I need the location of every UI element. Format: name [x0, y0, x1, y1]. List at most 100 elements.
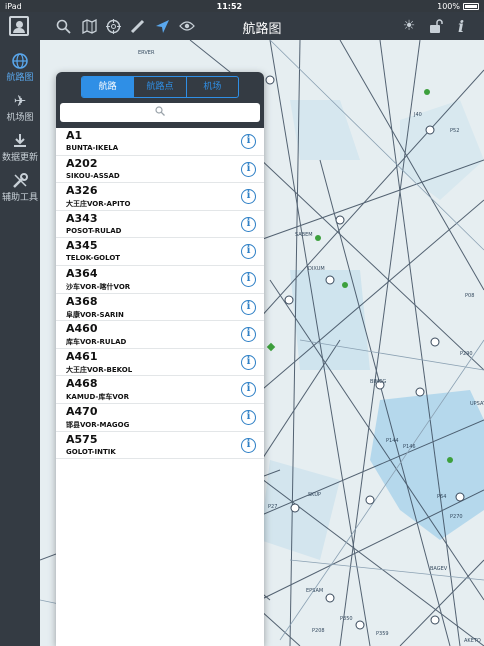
list-item[interactable]: A470 邯县VOR-MAGOG i — [56, 404, 264, 432]
svg-text:SABEM: SABEM — [295, 232, 313, 238]
svg-text:AKETO: AKETO — [464, 638, 481, 644]
route-code: A460 — [66, 322, 98, 336]
route-endpoints: 大王庄VOR-APITO — [66, 200, 131, 209]
route-code: A326 — [66, 184, 98, 198]
clock: 11:52 — [216, 1, 243, 11]
info-icon[interactable]: i — [241, 327, 256, 343]
download-icon — [0, 132, 40, 150]
svg-text:P27: P27 — [268, 504, 277, 510]
svg-text:P350: P350 — [340, 616, 353, 622]
svg-text:P64: P64 — [437, 494, 446, 500]
device-label: iPad — [5, 1, 22, 11]
left-rail: 航路图 ✈ 机场图 数据更新 辅助工具 — [0, 12, 40, 646]
list-item[interactable]: A460 库车VOR-RULAD i — [56, 321, 264, 349]
route-endpoints: SIKOU-ASSAD — [66, 171, 120, 180]
info-icon[interactable]: i — [452, 17, 470, 36]
tools-icon — [0, 172, 40, 190]
status-bar: iPad 11:52 100% — [0, 0, 484, 12]
airplane-icon: ✈ — [13, 92, 27, 110]
svg-text:P08: P08 — [465, 293, 474, 299]
route-code: A575 — [66, 432, 98, 446]
search-icon — [155, 106, 165, 119]
list-item[interactable]: A364 沙车VOR-喀什VOR i — [56, 266, 264, 294]
rail-item-airport[interactable]: ✈ 机场图 — [0, 92, 40, 123]
svg-text:BAGEV: BAGEV — [430, 566, 448, 572]
route-search-panel: 航路 航路点 机场 A1 BUNTA-IKELA i A202 SIKOU-ASSAD i… — [56, 72, 264, 646]
unlock-icon[interactable] — [427, 17, 445, 35]
info-icon[interactable]: i — [241, 382, 256, 398]
svg-text:J40: J40 — [413, 112, 422, 118]
route-code: A470 — [66, 404, 98, 418]
info-icon[interactable]: i — [241, 189, 256, 205]
svg-text:BIMEG: BIMEG — [370, 379, 386, 385]
tab-routes[interactable]: 航路 — [82, 77, 135, 97]
route-code: A343 — [66, 211, 98, 225]
list-item[interactable]: A368 阜康VOR-SARIN i — [56, 294, 264, 322]
svg-text:P208: P208 — [312, 628, 325, 634]
route-code: A364 — [66, 266, 98, 280]
svg-text:P359: P359 — [376, 631, 389, 637]
info-icon[interactable]: i — [241, 161, 256, 177]
info-icon[interactable]: i — [241, 299, 256, 315]
profile-icon[interactable] — [9, 16, 29, 36]
rail-item-tools[interactable]: 辅助工具 — [0, 172, 40, 203]
route-code: A345 — [66, 239, 98, 253]
svg-text:P290: P290 — [460, 351, 473, 357]
list-item[interactable]: A1 BUNTA-IKELA i — [56, 128, 264, 156]
svg-text:P52: P52 — [450, 128, 459, 134]
list-item[interactable]: A468 KAMUD-库车VOR i — [56, 376, 264, 404]
list-item[interactable]: A345 TELOK-GOLOT i — [56, 238, 264, 266]
route-endpoints: 大王庄VOR-BEKOL — [66, 365, 133, 374]
route-endpoints: TELOK-GOLOT — [66, 254, 121, 263]
list-item[interactable]: A326 大王庄VOR-APITO i — [56, 183, 264, 211]
route-endpoints: POSOT-RULAD — [66, 226, 122, 235]
info-icon[interactable]: i — [241, 437, 256, 453]
route-endpoints: 阜康VOR-SARIN — [66, 310, 124, 319]
svg-text:UPSAT: UPSAT — [470, 401, 484, 407]
route-endpoints: 库车VOR-RULAD — [66, 338, 127, 347]
rail-item-label: 航路图 — [6, 73, 34, 83]
svg-text:P270: P270 — [450, 514, 463, 520]
tab-airports[interactable]: 机场 — [187, 77, 238, 97]
svg-text:EPSAM: EPSAM — [306, 588, 323, 594]
tab-waypoints[interactable]: 航路点 — [134, 77, 187, 97]
rail-item-label: 机场图 — [6, 113, 34, 123]
list-item[interactable]: A202 SIKOU-ASSAD i — [56, 156, 264, 184]
rail-item-label: 辅助工具 — [1, 193, 38, 203]
route-code: A368 — [66, 294, 98, 308]
info-icon[interactable]: i — [241, 244, 256, 260]
segmented-control: 航路 航路点 机场 — [81, 76, 239, 98]
route-endpoints: GOLOT-INTIK — [66, 447, 116, 456]
svg-text:P144: P144 — [386, 438, 399, 444]
info-icon[interactable]: i — [241, 216, 256, 232]
rail-item-enroute[interactable]: 航路图 — [0, 52, 40, 83]
info-icon[interactable]: i — [241, 354, 256, 370]
route-list: A1 BUNTA-IKELA i A202 SIKOU-ASSAD i A326 大王庄VOR… — [56, 128, 264, 460]
route-code: A202 — [66, 156, 98, 170]
brightness-icon[interactable]: ☀ — [400, 17, 418, 35]
battery-icon — [462, 2, 479, 10]
globe-icon — [0, 52, 40, 70]
svg-text:P146: P146 — [403, 444, 416, 450]
search-input[interactable] — [60, 103, 260, 122]
info-icon[interactable]: i — [241, 134, 256, 149]
battery-percent: 100% — [437, 1, 460, 11]
rail-item-label: 数据更新 — [1, 153, 38, 163]
route-endpoints: 沙车VOR-喀什VOR — [66, 282, 131, 291]
svg-text:DIXUM: DIXUM — [308, 266, 325, 272]
route-endpoints: 邯县VOR-MAGOG — [66, 420, 130, 429]
svg-text:ERVER: ERVER — [138, 50, 155, 56]
panel-header: 航路 航路点 机场 — [56, 72, 264, 128]
route-endpoints: KAMUD-库车VOR — [66, 393, 129, 402]
route-endpoints: BUNTA-IKELA — [66, 144, 119, 152]
info-icon[interactable]: i — [241, 271, 256, 287]
route-code: A468 — [66, 377, 98, 391]
list-item[interactable]: A575 GOLOT-INTIK i — [56, 432, 264, 460]
info-icon[interactable]: i — [241, 409, 256, 425]
route-code: A1 — [66, 129, 83, 142]
list-item[interactable]: A461 大王庄VOR-BEKOL i — [56, 349, 264, 377]
route-code: A461 — [66, 349, 98, 363]
top-bar: 航路图 ☀ i — [40, 12, 484, 40]
list-item[interactable]: A343 POSOT-RULAD i — [56, 211, 264, 239]
rail-item-data-update[interactable]: 数据更新 — [0, 132, 40, 163]
